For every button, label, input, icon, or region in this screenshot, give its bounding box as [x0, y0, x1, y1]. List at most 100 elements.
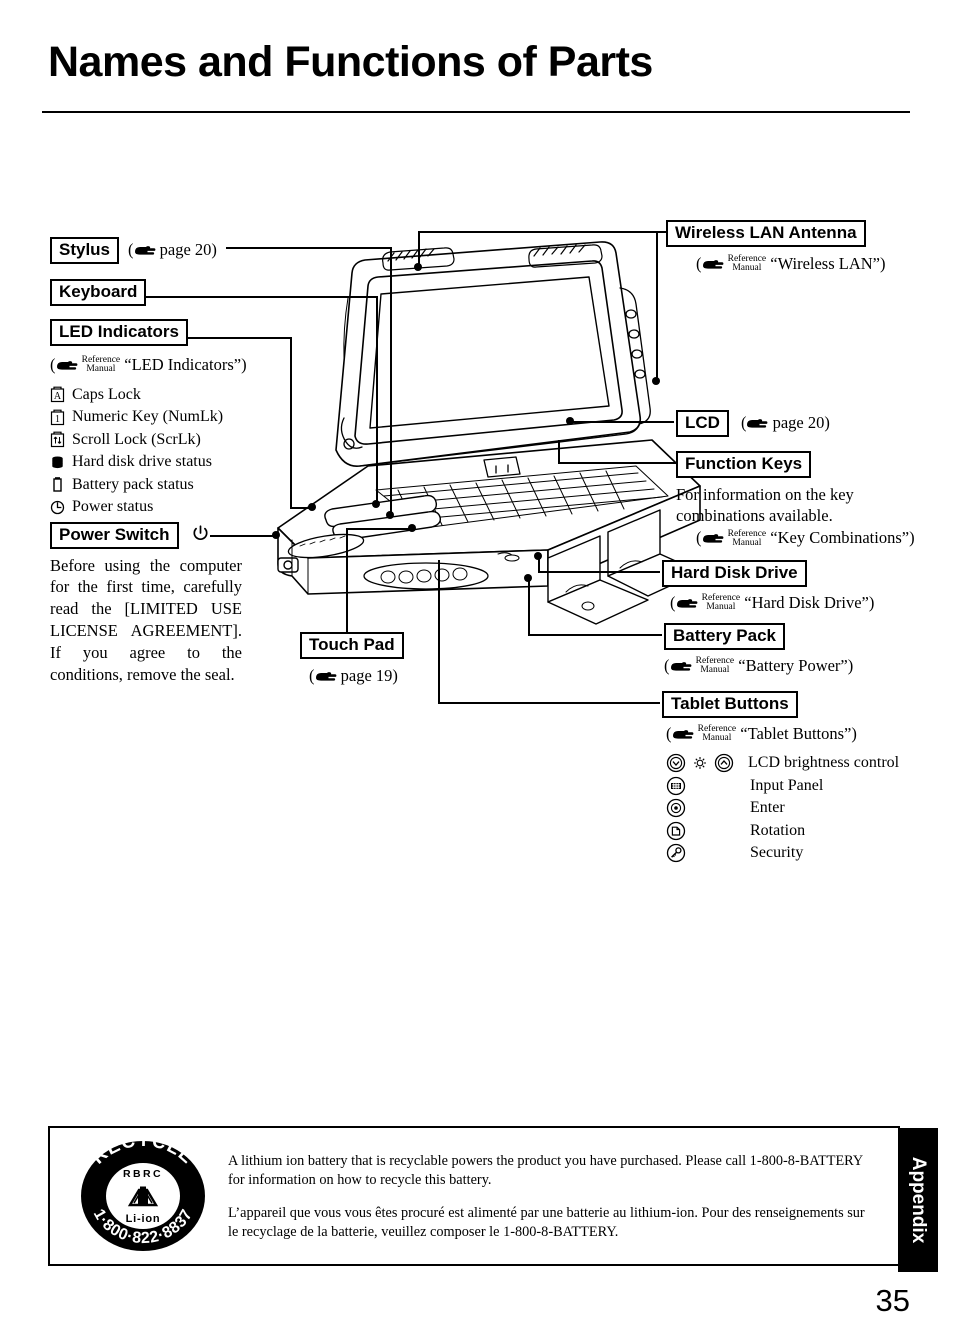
callout-wireless-lan: Wireless LAN Antenna ( Reference Manual “…	[666, 220, 886, 277]
function-keys-label[interactable]: Function Keys	[676, 451, 812, 478]
reference-manual-text: Reference Manual	[81, 354, 121, 374]
input-panel-icon	[666, 776, 750, 796]
rbrc-recycle-seal: RECYCLE 1·800·822·8837 RBRC Li-ion TM	[68, 1130, 218, 1254]
led-item-scroll-lock: Scroll Lock (ScrLk)	[50, 429, 330, 450]
leader-stylus-h	[226, 247, 392, 249]
power-symbol-icon	[192, 524, 209, 548]
appendix-tab-label: Appendix	[908, 1156, 929, 1244]
brightness-control-icon	[666, 753, 738, 773]
title-divider	[42, 111, 910, 113]
stylus-label[interactable]: Stylus	[50, 237, 120, 264]
leader-dot-wlan-left	[414, 263, 422, 271]
power-status-icon	[50, 499, 65, 516]
pointing-hand-icon	[702, 256, 724, 278]
led-item-power: Power status	[50, 497, 330, 518]
page-number: 35	[875, 1283, 910, 1318]
scroll-lock-icon	[50, 431, 65, 448]
rotation-icon	[666, 821, 750, 841]
svg-text:1: 1	[55, 414, 60, 425]
leader-dot-battery	[524, 574, 532, 582]
power-switch-label[interactable]: Power Switch	[50, 522, 179, 549]
pointing-hand-icon	[672, 726, 694, 748]
leader-keyboard-v	[376, 296, 378, 504]
led-item-label: Numeric Key (NumLk)	[72, 408, 224, 426]
appendix-tab[interactable]: Appendix	[898, 1128, 938, 1272]
pointing-hand-icon	[702, 530, 724, 552]
callout-led-indicators: LED Indicators ( Reference Manual “LED In…	[50, 319, 330, 519]
battery-notice-english: A lithium ion battery that is recyclable…	[228, 1153, 863, 1188]
leader-wlan-v1	[418, 231, 420, 267]
page-title: Names and Functions of Parts	[48, 38, 653, 86]
leader-dot-keyboard	[372, 500, 380, 508]
leader-dot-wlan-right	[652, 377, 660, 385]
power-switch-body: Before using the computer for the first …	[50, 555, 242, 685]
lcd-page-ref: page 20)	[772, 413, 830, 432]
leader-battery-h	[528, 634, 662, 636]
seal-inner-bottom: Li-ion	[126, 1213, 161, 1225]
lcd-label[interactable]: LCD	[676, 410, 729, 437]
led-item-caps-lock: A Caps Lock	[50, 384, 330, 405]
keyboard-label[interactable]: Keyboard	[50, 279, 147, 306]
tablet-buttons-label[interactable]: Tablet Buttons	[662, 691, 798, 718]
callout-function-keys: Function Keys For information on the key…	[676, 451, 915, 552]
leader-wlan-h	[418, 231, 666, 233]
led-item-hard-disk: Hard disk drive status	[50, 452, 330, 473]
tablet-buttons-list: LCD brightness control Input Panel Enter…	[666, 752, 902, 864]
tablet-button-label: Input Panel	[750, 776, 824, 794]
hard-disk-drive-label[interactable]: Hard Disk Drive	[662, 560, 807, 587]
reference-manual-text: Reference Manual	[695, 655, 735, 675]
svg-text:TM: TM	[182, 1201, 192, 1208]
leader-dot-hdd	[534, 552, 542, 560]
led-item-label: Battery pack status	[72, 475, 194, 493]
stylus-page-ref: page 20)	[159, 240, 217, 259]
leader-hdd-h	[538, 571, 660, 573]
hard-disk-drive-ref: “Hard Disk Drive”)	[744, 592, 875, 612]
touch-pad-page-ref: page 19)	[340, 665, 398, 685]
led-item-label: Scroll Lock (ScrLk)	[72, 430, 201, 448]
security-icon	[666, 843, 750, 863]
tablet-button-rotation: Rotation	[666, 820, 902, 842]
battery-pack-ref: “Battery Power”)	[738, 655, 854, 675]
callout-battery-pack: Battery Pack ( Reference Manual “Battery …	[664, 623, 853, 679]
callout-keyboard: Keyboard	[50, 279, 147, 306]
leader-lcd-h	[570, 421, 674, 423]
tablet-button-enter: Enter	[666, 797, 902, 819]
battery-pack-label[interactable]: Battery Pack	[664, 623, 786, 650]
leader-fkeys-h	[558, 462, 676, 464]
tablet-button-label: Rotation	[750, 821, 806, 839]
leader-dot-stylus	[386, 511, 394, 519]
callout-tablet-buttons: Tablet Buttons ( Reference Manual “Tablet…	[662, 691, 902, 865]
leader-fkeys-v	[558, 440, 560, 462]
led-item-label: Caps Lock	[72, 385, 141, 403]
function-keys-ref: “Key Combinations”)	[770, 528, 915, 548]
tablet-button-security: Security	[666, 842, 902, 864]
pointing-hand-icon	[670, 658, 692, 680]
leader-dot-power	[272, 531, 280, 539]
reference-manual-text: Reference Manual	[701, 592, 741, 612]
wireless-lan-label[interactable]: Wireless LAN Antenna	[666, 220, 866, 247]
callout-stylus: Stylus ( page 20)	[50, 237, 217, 264]
reference-manual-text: Reference Manual	[727, 528, 767, 548]
led-indicators-label[interactable]: LED Indicators	[50, 319, 188, 346]
pointing-hand-icon	[315, 668, 337, 690]
leader-dot-touchpad	[408, 524, 416, 532]
tablet-buttons-ref: “Tablet Buttons”)	[740, 723, 857, 743]
led-indicator-list: A Caps Lock 1 Numeric Key (NumLk) Scroll…	[50, 384, 330, 518]
touch-pad-label[interactable]: Touch Pad	[300, 632, 404, 659]
leader-touchpad-h	[346, 528, 412, 530]
hard-disk-status-icon	[50, 454, 65, 471]
led-item-label: Hard disk drive status	[72, 453, 212, 471]
tablet-button-label: Enter	[750, 799, 785, 817]
leader-keyboard-h	[140, 296, 378, 298]
led-indicators-ref: “LED Indicators”)	[124, 354, 247, 374]
battery-status-icon	[50, 476, 65, 493]
led-item-label: Power status	[72, 498, 154, 516]
led-item-battery: Battery pack status	[50, 474, 330, 495]
callout-touch-pad: Touch Pad ( page 19)	[300, 632, 404, 689]
pointing-hand-icon	[676, 595, 698, 617]
tablet-button-label: LCD brightness control	[748, 754, 900, 772]
callout-hard-disk-drive: Hard Disk Drive ( Reference Manual “Hard …	[662, 560, 874, 616]
leader-wlan-v2	[656, 231, 658, 381]
leader-touchpad-v	[346, 528, 348, 638]
reference-manual-text: Reference Manual	[697, 723, 737, 743]
